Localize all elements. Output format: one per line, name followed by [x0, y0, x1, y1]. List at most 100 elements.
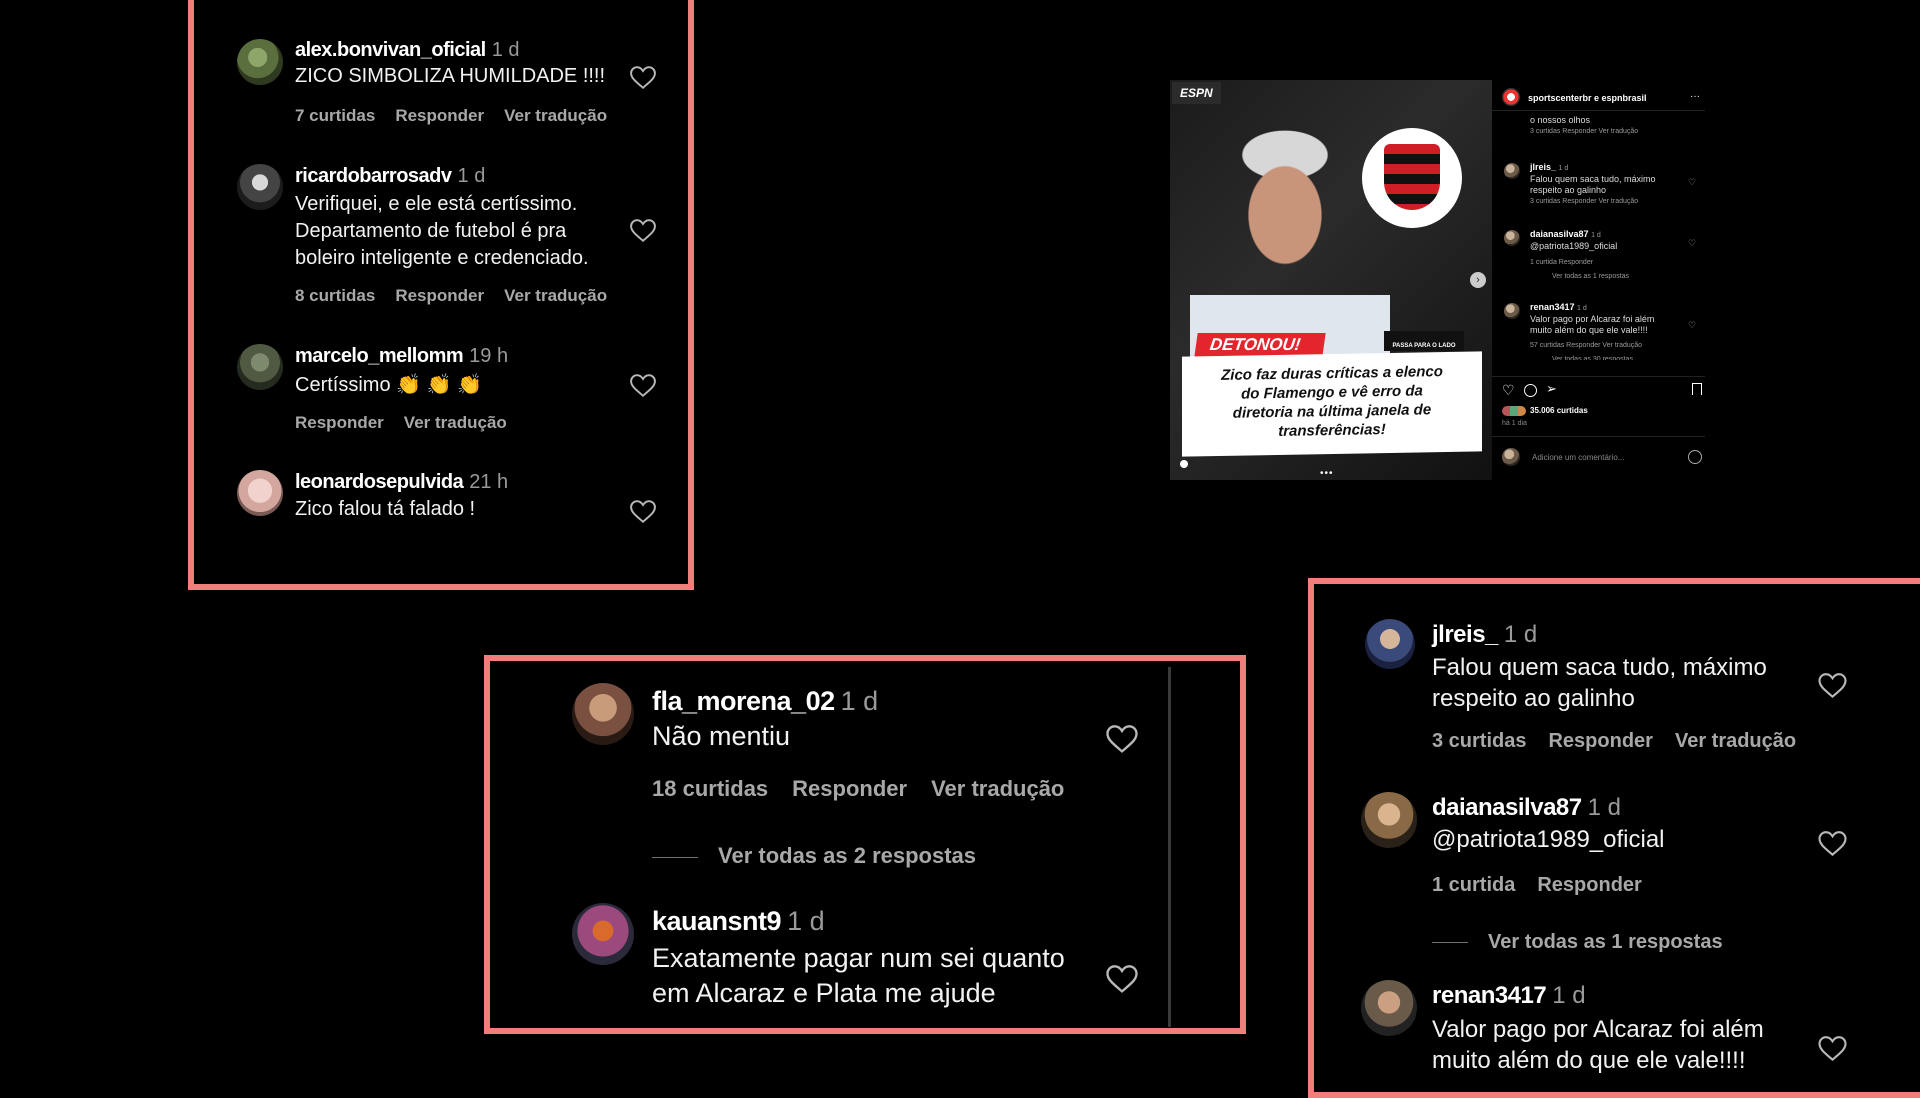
side-comment-meta[interactable]: 3 curtidas Responder Ver tradução [1530, 196, 1656, 207]
reply-button[interactable]: Responder [395, 106, 484, 125]
author-avatar[interactable] [1502, 88, 1520, 106]
reply-button[interactable]: Responder [295, 413, 384, 432]
comment-text: ZICO SIMBOLIZA HUMILDADE !!!! [295, 65, 606, 87]
view-replies-button[interactable]: Ver todas as 1 respostas [1552, 271, 1629, 282]
scrollbar[interactable] [1168, 667, 1171, 1027]
comment-username[interactable]: alex.bonvivan_oficial [295, 39, 486, 61]
comment-text-line: Departamento de futebol é pra [295, 220, 567, 242]
reply-button[interactable]: Responder [792, 776, 907, 801]
heart-icon[interactable]: ♡ [1688, 320, 1696, 331]
avatar[interactable] [237, 344, 283, 390]
view-replies-button[interactable]: Ver todas as 30 respostas [1552, 354, 1654, 360]
comment-text-line: em Alcaraz e Plata me ajude [652, 978, 996, 1008]
view-replies-button[interactable]: Ver todas as 1 respostas [1432, 931, 1743, 954]
comment-username[interactable]: ricardobarrosadv [295, 165, 452, 187]
comment-time: 1 d [491, 39, 520, 61]
side-comment-meta[interactable]: 3 curtidas Responder Ver tradução [1530, 126, 1638, 137]
avatar[interactable] [1504, 230, 1520, 246]
comment-time: 1 d [840, 686, 879, 716]
avatar[interactable] [572, 903, 634, 965]
avatar[interactable] [237, 164, 283, 210]
side-comment-user[interactable]: jlreis_ [1530, 162, 1556, 172]
side-comment-meta[interactable]: 57 curtidas Responder Ver tradução [1530, 340, 1654, 351]
side-comment-text: @patriota1989_oficial [1530, 241, 1618, 251]
translate-button[interactable]: Ver tradução [1675, 730, 1796, 752]
swipe-hint: PASSA PARA O LADO [1384, 331, 1464, 351]
reply-button[interactable]: Responder [1537, 874, 1641, 896]
like-icon[interactable]: ♡ [1502, 382, 1515, 399]
avatar[interactable] [1504, 303, 1520, 319]
save-icon[interactable] [1692, 383, 1702, 395]
actions-divider [1492, 376, 1705, 377]
likes-count[interactable]: 3 curtidas [1432, 730, 1526, 752]
add-comment-input[interactable]: Adicione um comentário... [1532, 453, 1625, 462]
side-comment-text: Valor pago por Alcaraz foi além [1530, 314, 1655, 324]
comment-username[interactable]: leonardosepulvida [295, 471, 464, 493]
comment-username[interactable]: jlreis_ [1432, 621, 1498, 648]
post-likes-count[interactable]: 35.006 curtidas [1530, 406, 1588, 415]
next-arrow-icon[interactable]: › [1470, 272, 1486, 288]
comment-username[interactable]: kauansnt9 [652, 906, 782, 936]
more-options-icon[interactable]: ··· [1690, 91, 1700, 102]
likes-count[interactable]: 8 curtidas [295, 286, 375, 305]
crest-shield-icon [1384, 144, 1440, 210]
translate-button[interactable]: Ver tradução [404, 413, 507, 432]
comment-time: 1 d [1587, 794, 1621, 821]
comment-text-line: Falou quem saca tudo, máximo [1432, 654, 1767, 681]
avatar[interactable] [1365, 619, 1415, 669]
heart-icon[interactable] [630, 66, 656, 90]
translate-button[interactable]: Ver tradução [504, 286, 607, 305]
side-comment-meta[interactable]: 1 curtida Responder [1530, 257, 1629, 268]
avatar[interactable] [1361, 792, 1417, 848]
side-comment-time: 1 d [1591, 232, 1601, 239]
translate-button[interactable]: Ver tradução [931, 776, 1064, 801]
heart-icon[interactable] [630, 219, 656, 243]
comment-text: @patriota1989_oficial [1432, 826, 1665, 853]
likes-count[interactable]: 1 curtida [1432, 874, 1515, 896]
espn-logo: ESPN [1172, 82, 1221, 104]
swipe-label: PASSA PARA O LADO [1392, 343, 1456, 349]
header-divider [1492, 110, 1705, 111]
comment-username[interactable]: marcelo_mellomm [295, 345, 464, 367]
side-comment-user[interactable]: renan3417 [1530, 302, 1575, 312]
avatar[interactable] [1504, 163, 1520, 179]
comment-username[interactable]: fla_morena_02 [652, 686, 835, 716]
comments-panel-1: alex.bonvivan_oficial 1 d ZICO SIMBOLIZA … [188, 0, 694, 590]
avatar[interactable] [237, 39, 283, 85]
reply-button[interactable]: Responder [1548, 730, 1652, 752]
comment-text-line: Verifiquei, e ele está certíssimo. [295, 193, 578, 215]
side-comment-user[interactable]: daianasilva87 [1530, 229, 1589, 239]
comment-username[interactable]: daianasilva87 [1432, 794, 1582, 821]
translate-button[interactable]: Ver tradução [504, 106, 607, 125]
emoji-icon[interactable] [1688, 450, 1702, 464]
likes-count[interactable]: 18 curtidas [652, 776, 768, 801]
headline-badge: DETONOU! [1194, 333, 1327, 357]
heart-icon[interactable] [1106, 965, 1138, 994]
comment-text: Certíssimo 👏 👏 👏 [295, 374, 482, 396]
comment-icon[interactable] [1524, 384, 1537, 397]
heart-icon[interactable] [630, 374, 656, 398]
view-replies-label: Ver todas as 2 respostas [718, 843, 977, 868]
likes-avatars [1502, 406, 1526, 416]
reply-button[interactable]: Responder [395, 286, 484, 305]
avatar[interactable] [572, 683, 634, 745]
heart-icon[interactable] [1818, 831, 1847, 857]
heart-icon[interactable] [1106, 725, 1138, 754]
comment-username[interactable]: renan3417 [1432, 982, 1547, 1009]
user-tag-icon[interactable] [1180, 460, 1188, 468]
replies-divider [1432, 942, 1468, 944]
likes-count[interactable]: 7 curtidas [295, 106, 375, 125]
avatar[interactable] [1361, 980, 1417, 1036]
share-icon[interactable]: ➢ [1546, 381, 1557, 397]
post-image[interactable]: ESPN › DETONOU! PASSA PARA O LADO Zico f… [1170, 80, 1492, 480]
heart-icon[interactable] [1818, 673, 1847, 699]
heart-icon[interactable] [630, 500, 656, 524]
view-replies-button[interactable]: Ver todas as 2 respostas [652, 843, 996, 869]
heart-icon[interactable]: ♡ [1688, 177, 1696, 188]
heart-icon[interactable]: ♡ [1688, 238, 1696, 249]
heart-icon[interactable] [1818, 1036, 1847, 1062]
avatar[interactable] [237, 470, 283, 516]
side-comment-text: o nossos olhos [1530, 115, 1591, 125]
post-author[interactable]: sportscenterbr e espnbrasil [1528, 93, 1647, 103]
side-comment-time: 1 d [1558, 165, 1569, 172]
